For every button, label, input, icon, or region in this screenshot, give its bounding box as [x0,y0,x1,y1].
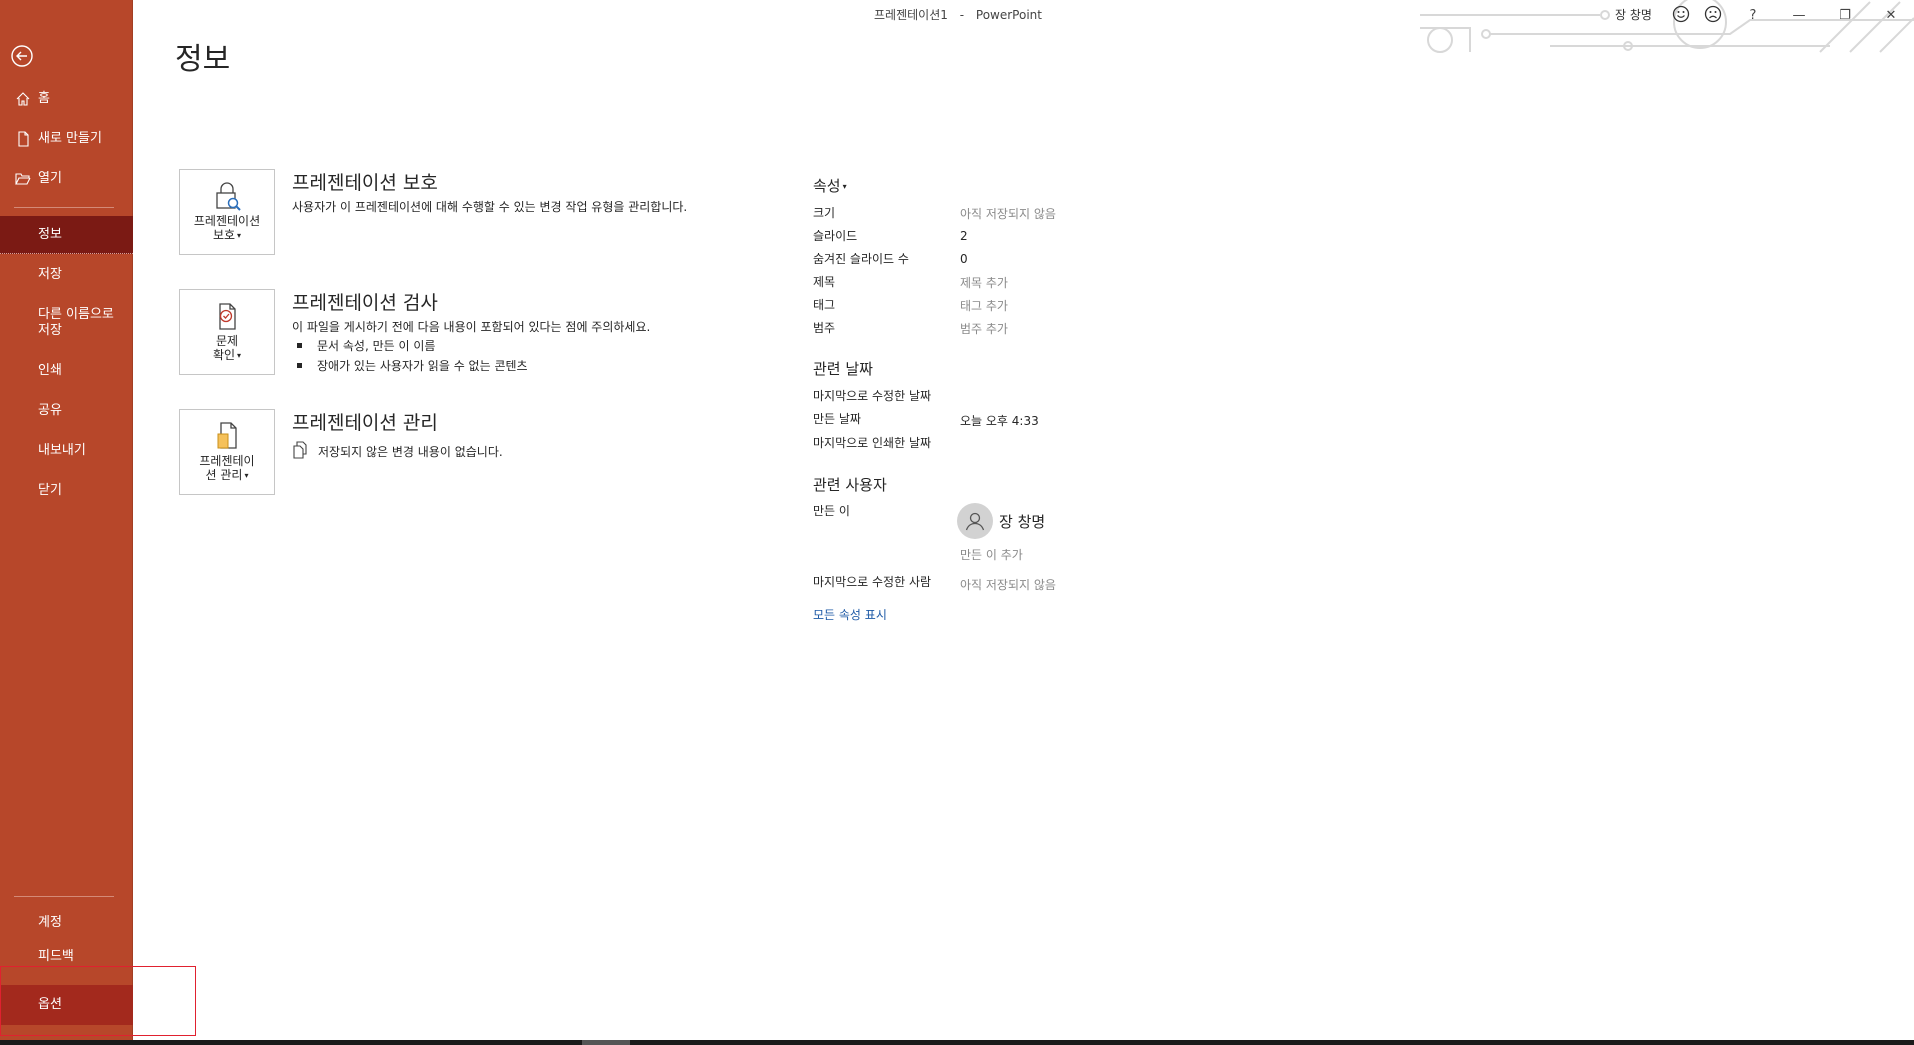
nav-open[interactable]: 열기 [0,161,133,197]
prop-label-slides: 슬라이드 [813,229,858,243]
document-name: 프레젠테이션1 [874,8,948,22]
prop-value-tags[interactable]: 태그 추가 [960,297,1008,314]
inspect-tile-label: 문제 확인 ▾ [212,334,242,362]
nav-open-label: 열기 [38,171,62,186]
signed-in-user[interactable]: 장 창명 [1615,6,1652,23]
prop-value-size: 아직 저장되지 않음 [960,207,1056,221]
nav-save[interactable]: 저장 [0,257,133,293]
help-button[interactable]: ? [1738,4,1768,26]
protect-tile-label: 프레젠테이션 보호 ▾ [193,214,261,242]
nav-info[interactable]: 정보 [0,216,133,254]
date-label-created: 만든 날짜 [813,412,861,426]
date-label-printed: 마지막으로 인쇄한 날짜 [813,436,932,450]
nav-export[interactable]: 내보내기 [0,433,133,469]
protect-title: 프레젠테이션 보호 [292,172,438,194]
prop-value-hidden-slides: 0 [960,252,968,266]
home-icon [14,90,32,108]
page-title: 정보 [175,42,231,77]
author-label: 만든 이 [813,504,850,518]
back-button[interactable] [8,42,36,70]
document-manage-icon [217,422,237,449]
inspect-bullet: 장애가 있는 사용자가 읽을 수 없는 콘텐츠 [297,357,528,374]
date-label-modified: 마지막으로 수정한 날짜 [813,389,932,403]
nav-print[interactable]: 인쇄 [0,353,133,389]
nav-print-label: 인쇄 [38,363,62,378]
related-dates-heading: 관련 날짜 [813,360,873,378]
prop-value-title[interactable]: 제목 추가 [960,274,1008,291]
last-modified-by-label: 마지막으로 수정한 사람 [813,575,932,589]
dropdown-caret-icon: ▾ [244,470,249,480]
nav-feedback[interactable]: 피드백 [0,946,133,968]
nav-new-label: 새로 만들기 [38,131,102,146]
prop-value-category[interactable]: 범주 추가 [960,320,1008,337]
app-name: PowerPoint [975,8,1042,22]
manage-title: 프레젠테이션 관리 [292,412,438,434]
dropdown-caret-icon: ▾ [237,350,242,360]
nav-save-as-label: 다른 이름으로 저장 [38,307,114,338]
new-document-icon [14,130,32,148]
documents-icon [293,441,307,459]
prop-label-category: 범주 [813,321,836,335]
inspect-title: 프레젠테이션 검사 [292,292,438,314]
window-title: 프레젠테이션1 - PowerPoint [870,6,1046,23]
minimize-button[interactable]: — [1784,4,1814,26]
related-people-heading: 관련 사용자 [813,476,887,494]
lock-search-icon [216,182,241,211]
nav-home-label: 홈 [38,91,50,106]
nav-home[interactable]: 홈 [0,81,133,117]
sidebar-divider [14,207,114,208]
nav-share[interactable]: 공유 [0,393,133,429]
prop-label-title: 제목 [813,275,836,289]
bullet-square-icon [297,343,302,348]
person-icon [965,512,985,531]
folder-open-icon [14,170,32,188]
close-window-button[interactable]: ✕ [1876,4,1906,26]
nav-save-label: 저장 [38,267,62,282]
frown-feedback-icon[interactable] [1704,5,1722,23]
author-name[interactable]: 장 창명 [999,511,1045,532]
date-value-created: 오늘 오후 4:33 [960,414,1039,428]
inspect-bullet: 문서 속성, 만든 이 이름 [297,337,435,354]
manage-tile-label: 프레젠테이 션 관리 ▾ [199,454,255,482]
protect-presentation-button[interactable]: 프레젠테이션 보호 ▾ [179,169,275,255]
protect-description: 사용자가 이 프레젠테이션에 대해 수행할 수 있는 변경 작업 유형을 관리합… [292,200,688,214]
check-for-issues-button[interactable]: 문제 확인 ▾ [179,289,275,375]
properties-dropdown[interactable]: 속성 ▾ [813,175,847,196]
nav-account[interactable]: 계정 [0,905,133,941]
avatar[interactable] [957,503,993,539]
add-author-link[interactable]: 만든 이 추가 [960,546,1023,563]
inspect-description: 이 파일을 게시하기 전에 다음 내용이 포함되어 있다는 점에 주의하세요. [292,320,651,334]
nav-export-label: 내보내기 [38,443,86,458]
manage-description: 저장되지 않은 변경 내용이 없습니다. [318,445,503,459]
nav-share-label: 공유 [38,403,62,418]
prop-label-hidden-slides: 숨겨진 슬라이드 수 [813,252,909,266]
nav-options-label: 옵션 [38,997,62,1012]
backstage-sidebar: 홈 새로 만들기 열기 정보 저장 다른 이름으로 저장 인쇄 공유 내보내기 … [0,0,133,1040]
smile-feedback-icon[interactable] [1672,5,1690,23]
nav-options[interactable]: 옵션 [0,985,133,1025]
nav-account-label: 계정 [38,915,62,930]
nav-info-label: 정보 [38,226,62,242]
prop-label-tags: 태그 [813,298,836,312]
manage-presentation-button[interactable]: 프레젠테이 션 관리 ▾ [179,409,275,495]
dropdown-caret-icon: ▾ [237,230,242,240]
dropdown-caret-icon: ▾ [842,182,847,191]
prop-value-slides: 2 [960,229,968,243]
show-all-properties-link[interactable]: 모든 속성 표시 [813,606,887,623]
nav-close-label: 닫기 [38,483,62,498]
prop-label-size: 크기 [813,206,836,220]
last-modified-by-value: 아직 저장되지 않음 [960,578,1056,592]
bullet-square-icon [297,363,302,368]
nav-new[interactable]: 새로 만들기 [0,121,133,157]
taskbar-edge [0,1040,1914,1045]
sidebar-divider-bottom [14,896,114,897]
nav-feedback-label: 피드백 [38,949,74,964]
nav-close[interactable]: 닫기 [0,473,133,509]
nav-save-as[interactable]: 다른 이름으로 저장 [0,304,133,342]
title-separator: - [959,8,965,22]
back-arrow-icon [11,45,33,67]
document-check-icon [219,303,236,330]
restore-button[interactable]: ❐ [1830,4,1860,26]
